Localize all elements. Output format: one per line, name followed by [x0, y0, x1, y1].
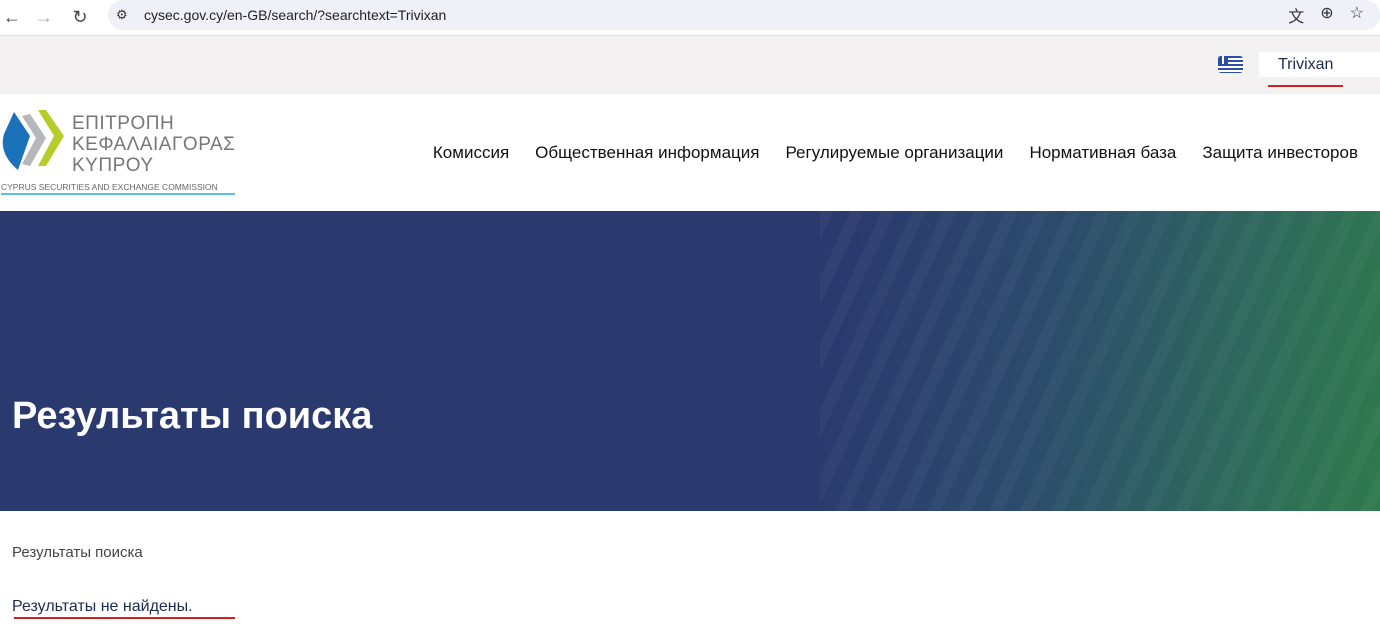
reload-icon[interactable]: ↻: [68, 7, 92, 28]
address-bar[interactable]: ⚙ cysec.gov.cy/en-GB/search/?searchtext=…: [108, 0, 1380, 30]
nav-legislation[interactable]: Нормативная база: [1029, 143, 1176, 163]
logo-english-text: CYPRUS SECURITIES AND EXCHANGE COMMISSIO…: [1, 182, 235, 195]
back-icon[interactable]: ←: [0, 7, 24, 28]
translate-icon[interactable]: 文: [1288, 3, 1304, 27]
browser-toolbar: ← → ↻ ⚙ cysec.gov.cy/en-GB/search/?searc…: [0, 0, 1380, 36]
logo-text-line1: ΕΠΙΤΡΟΠΗ: [72, 113, 175, 134]
greek-flag-icon[interactable]: [1218, 56, 1243, 73]
url-text[interactable]: cysec.gov.cy/en-GB/search/?searchtext=Tr…: [144, 7, 446, 23]
nav-commission[interactable]: Комиссия: [433, 143, 509, 163]
hero-banner: Результаты поиска: [0, 211, 1380, 511]
nav-regulated-entities[interactable]: Регулируемые организации: [785, 143, 1003, 163]
breadcrumb: Результаты поиска: [12, 544, 143, 561]
nav-investor-protection[interactable]: Защита инвесторов: [1202, 143, 1358, 163]
logo-chevrons-icon: [2, 110, 64, 170]
annotation-underline: [14, 617, 235, 619]
main-nav: Комиссия Общественная информация Регулир…: [433, 143, 1358, 163]
logo-text-line2: ΚΕΦΑΛΑΙΑΓΟΡΑΣ: [72, 134, 236, 155]
no-results-message: Результаты не найдены.: [12, 598, 193, 615]
search-input[interactable]: [1259, 52, 1380, 77]
star-icon[interactable]: ☆: [1350, 3, 1364, 27]
site-settings-icon[interactable]: ⚙: [116, 7, 134, 23]
annotation-underline: [1268, 85, 1343, 87]
zoom-icon[interactable]: ⊕: [1320, 3, 1333, 27]
nav-public-info[interactable]: Общественная информация: [535, 143, 759, 163]
page-title: Результаты поиска: [12, 395, 373, 437]
top-utility-bar: [0, 36, 1380, 94]
logo-text-line3: ΚΥΠΡΟΥ: [72, 155, 154, 176]
site-header: ΕΠΙΤΡΟΠΗ ΚΕΦΑΛΑΙΑΓΟΡΑΣ ΚΥΠΡΟΥ CYPRUS SEC…: [0, 94, 1380, 211]
cysec-logo[interactable]: ΕΠΙΤΡΟΠΗ ΚΕΦΑΛΑΙΑΓΟΡΑΣ ΚΥΠΡΟΥ CYPRUS SEC…: [0, 108, 240, 198]
forward-icon[interactable]: →: [32, 7, 56, 28]
